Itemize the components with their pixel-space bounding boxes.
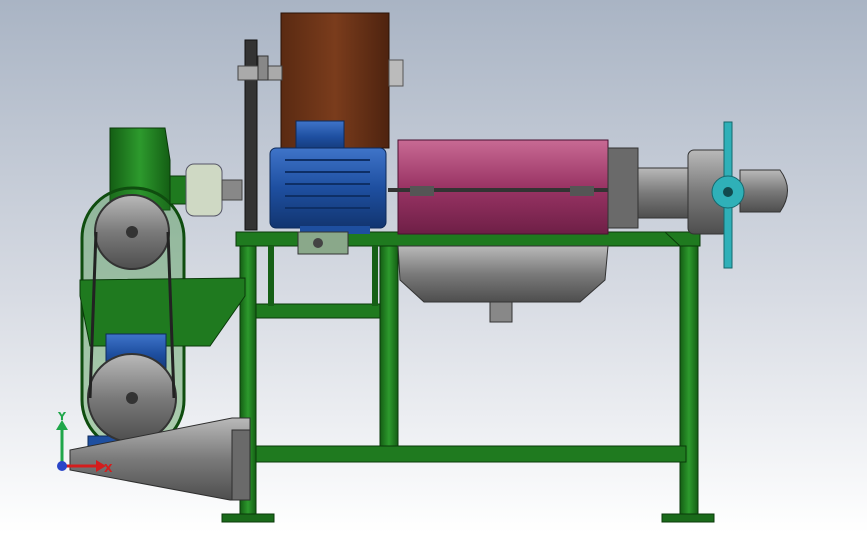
pressure-handwheel[interactable] (711, 121, 745, 269)
machine-model[interactable] (0, 0, 867, 533)
coordinate-triad: Y X (56, 410, 113, 475)
y-axis-label: Y (57, 410, 67, 423)
collection-pan[interactable] (397, 245, 609, 323)
x-axis-label: X (104, 462, 113, 475)
cad-viewport[interactable]: Y X (0, 0, 867, 533)
z-axis-origin-icon (57, 461, 67, 471)
belt-guard-assembly[interactable] (79, 127, 246, 452)
press-barrel[interactable] (388, 139, 640, 235)
mount-bolt-icon (313, 238, 323, 248)
discharge-head[interactable] (607, 147, 788, 235)
